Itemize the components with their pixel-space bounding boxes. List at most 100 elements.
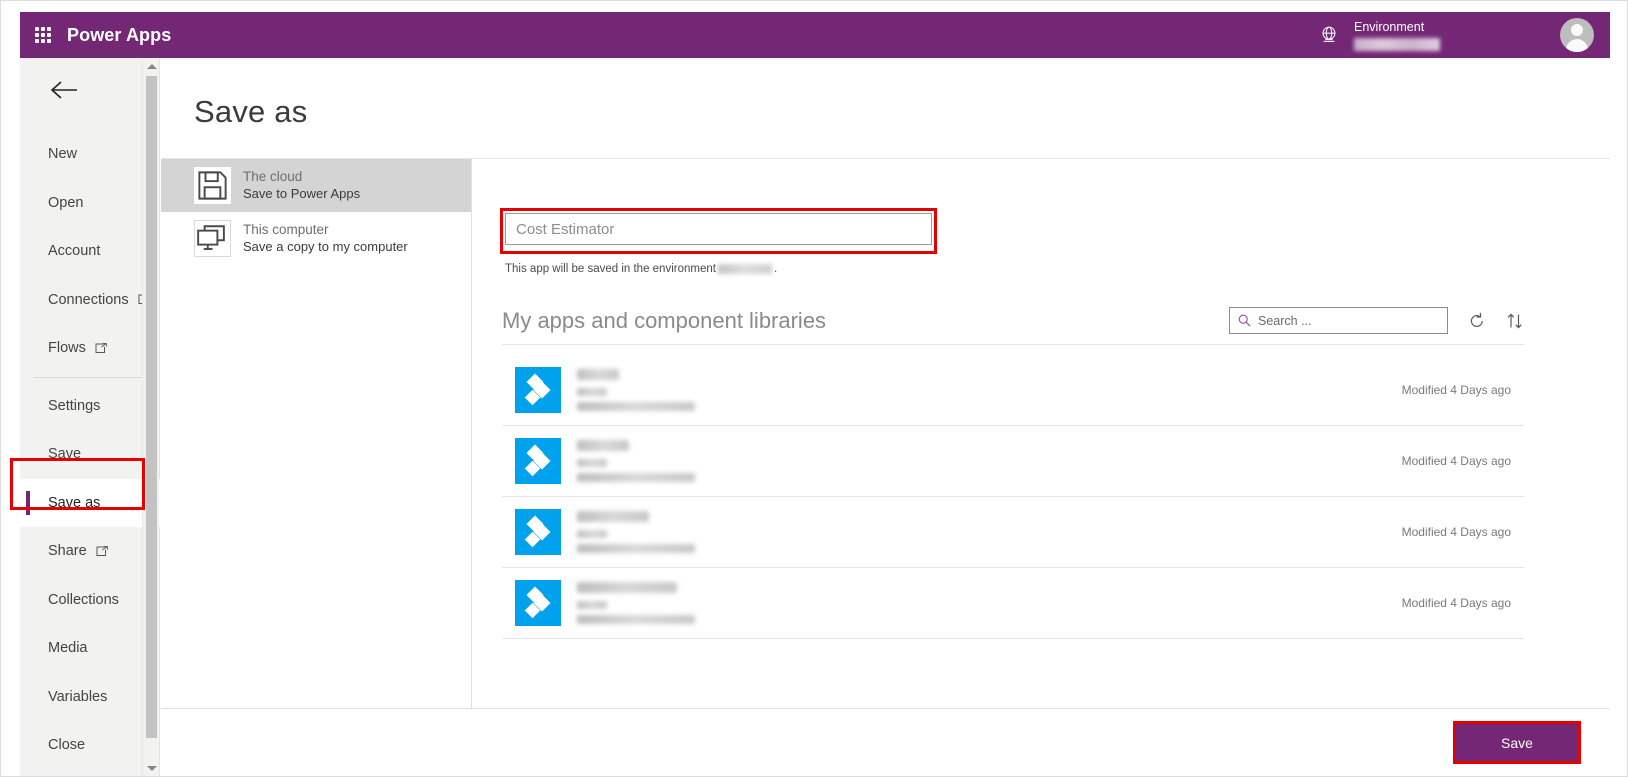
main-panel: Save as The cloud Save to Power Apps Thi… bbox=[161, 58, 1610, 776]
app-name-input[interactable] bbox=[505, 213, 932, 245]
refresh-icon[interactable] bbox=[1468, 312, 1486, 330]
sidebar-item-label: New bbox=[48, 146, 78, 163]
app-owner-redacted bbox=[577, 459, 607, 467]
sidebar-item-label: Flows bbox=[48, 340, 86, 357]
sidebar-item-settings[interactable]: Settings bbox=[20, 382, 160, 431]
app-detail-redacted bbox=[577, 402, 695, 411]
sidebar-item-save-as[interactable]: Save as bbox=[20, 478, 160, 527]
save-button[interactable]: Save bbox=[1456, 724, 1578, 761]
list-item-meta bbox=[577, 582, 695, 624]
power-apps-tile-icon bbox=[515, 580, 561, 626]
back-arrow-icon[interactable] bbox=[48, 76, 82, 104]
environment-value-redacted bbox=[1354, 37, 1440, 51]
sidebar-item-label: Media bbox=[48, 640, 88, 657]
computer-icon bbox=[194, 220, 231, 257]
environment-help-text: This app will be saved in the environmen… bbox=[505, 263, 777, 275]
brand-title: Power Apps bbox=[67, 24, 172, 45]
app-owner-redacted bbox=[577, 530, 607, 538]
scroll-down-arrow-icon[interactable] bbox=[143, 760, 160, 776]
apps-list-title: My apps and component libraries bbox=[502, 307, 827, 333]
app-name-redacted bbox=[577, 582, 677, 593]
sidebar-item-label: Save bbox=[48, 446, 82, 463]
power-apps-tile-icon bbox=[515, 509, 561, 555]
help-text-before: This app will be saved in the environmen… bbox=[505, 263, 716, 275]
app-detail-redacted bbox=[577, 473, 695, 482]
list-item-modified: Modified 4 Days ago bbox=[1401, 383, 1511, 397]
sidebar-item-label: Connections bbox=[48, 291, 129, 308]
destination-text: The cloud Save to Power Apps bbox=[243, 169, 360, 202]
list-item[interactable]: Modified 4 Days ago bbox=[502, 568, 1524, 639]
sidebar-item-connections[interactable]: Connections bbox=[20, 276, 160, 325]
app-name-field-wrapper bbox=[505, 213, 932, 245]
app-launcher-waffle-icon[interactable] bbox=[35, 27, 51, 43]
app-owner-redacted bbox=[577, 388, 607, 396]
search-icon bbox=[1238, 314, 1251, 327]
sidebar-item-label: Close bbox=[48, 737, 86, 754]
destination-subtitle: Save a copy to my computer bbox=[243, 238, 408, 254]
app-name-redacted bbox=[577, 369, 619, 380]
sidebar-scrollbar[interactable] bbox=[142, 58, 160, 776]
list-item-modified: Modified 4 Days ago bbox=[1401, 525, 1511, 539]
scrollbar-thumb[interactable] bbox=[146, 76, 157, 738]
sidebar-item-label: Account bbox=[48, 243, 101, 260]
save-as-content: This app will be saved in the environmen… bbox=[472, 158, 1610, 718]
floppy-disk-icon bbox=[194, 167, 231, 204]
sidebar-item-flows[interactable]: Flows bbox=[20, 324, 160, 373]
sidebar-item-variables[interactable]: Variables bbox=[20, 673, 160, 722]
sidebar-item-share[interactable]: Share bbox=[20, 527, 160, 576]
app-detail-redacted bbox=[577, 615, 695, 624]
destination-text: This computer Save a copy to my computer bbox=[243, 222, 408, 255]
app-owner-redacted bbox=[577, 601, 607, 609]
page-title: Save as bbox=[194, 94, 308, 129]
help-text-after: . bbox=[773, 263, 778, 275]
destination-subtitle: Save to Power Apps bbox=[243, 185, 361, 201]
sidebar-item-label: Save as bbox=[48, 494, 101, 511]
scroll-up-arrow-icon[interactable] bbox=[143, 58, 160, 75]
sidebar-item-label: Open bbox=[48, 194, 84, 211]
list-item[interactable]: Modified 4 Days ago bbox=[502, 497, 1524, 568]
sidebar-item-open[interactable]: Open bbox=[20, 179, 160, 228]
power-apps-tile-icon bbox=[515, 438, 561, 484]
topbar-right-cluster: Environment bbox=[1318, 12, 1610, 58]
app-name-redacted bbox=[577, 440, 629, 451]
list-item-modified: Modified 4 Days ago bbox=[1401, 454, 1511, 468]
environment-label: Environment bbox=[1354, 19, 1425, 34]
environment-selector[interactable]: Environment bbox=[1354, 20, 1440, 51]
apps-list-toolbar: Search ... bbox=[1229, 307, 1524, 334]
sidebar-nav-list: New Open Account Connections Flows Setti… bbox=[20, 130, 160, 770]
list-item[interactable]: Modified 4 Days ago bbox=[502, 355, 1524, 426]
list-item[interactable]: Modified 4 Days ago bbox=[502, 426, 1524, 497]
power-apps-tile-icon bbox=[515, 367, 561, 413]
list-item-meta bbox=[577, 511, 695, 553]
external-link-icon bbox=[96, 545, 108, 556]
sidebar-item-label: Settings bbox=[48, 397, 101, 414]
list-item-meta bbox=[577, 369, 695, 411]
sidebar-item-new[interactable]: New bbox=[20, 130, 160, 179]
sidebar-item-close[interactable]: Close bbox=[20, 721, 160, 770]
left-sidebar: New Open Account Connections Flows Setti… bbox=[20, 58, 160, 776]
app-name-redacted bbox=[577, 511, 649, 522]
save-destination-list: The cloud Save to Power Apps This comput… bbox=[161, 158, 472, 718]
destination-title: This computer bbox=[243, 221, 329, 237]
destination-this-computer[interactable]: This computer Save a copy to my computer bbox=[161, 212, 471, 265]
sidebar-item-save[interactable]: Save bbox=[20, 430, 160, 479]
user-avatar[interactable] bbox=[1560, 18, 1594, 52]
environment-name-redacted bbox=[717, 264, 772, 274]
sidebar-item-label: Variables bbox=[48, 688, 108, 705]
footer-bar: Save bbox=[161, 708, 1610, 775]
destination-title: The cloud bbox=[243, 168, 303, 184]
list-item-modified: Modified 4 Days ago bbox=[1401, 596, 1511, 610]
search-placeholder: Search ... bbox=[1258, 313, 1312, 328]
sidebar-item-label: Share bbox=[48, 543, 87, 560]
destination-the-cloud[interactable]: The cloud Save to Power Apps bbox=[161, 159, 471, 212]
search-input[interactable]: Search ... bbox=[1229, 307, 1448, 334]
list-item-meta bbox=[577, 440, 695, 482]
sidebar-item-account[interactable]: Account bbox=[20, 227, 160, 276]
apps-list-header: My apps and component libraries Search .… bbox=[502, 307, 1524, 345]
sort-icon[interactable] bbox=[1506, 312, 1524, 330]
environment-globe-icon bbox=[1322, 26, 1336, 42]
app-detail-redacted bbox=[577, 544, 695, 553]
sidebar-item-media[interactable]: Media bbox=[20, 624, 160, 673]
sidebar-item-collections[interactable]: Collections bbox=[20, 576, 160, 625]
power-apps-window: Power Apps Environment New Open Account … bbox=[0, 0, 1628, 777]
